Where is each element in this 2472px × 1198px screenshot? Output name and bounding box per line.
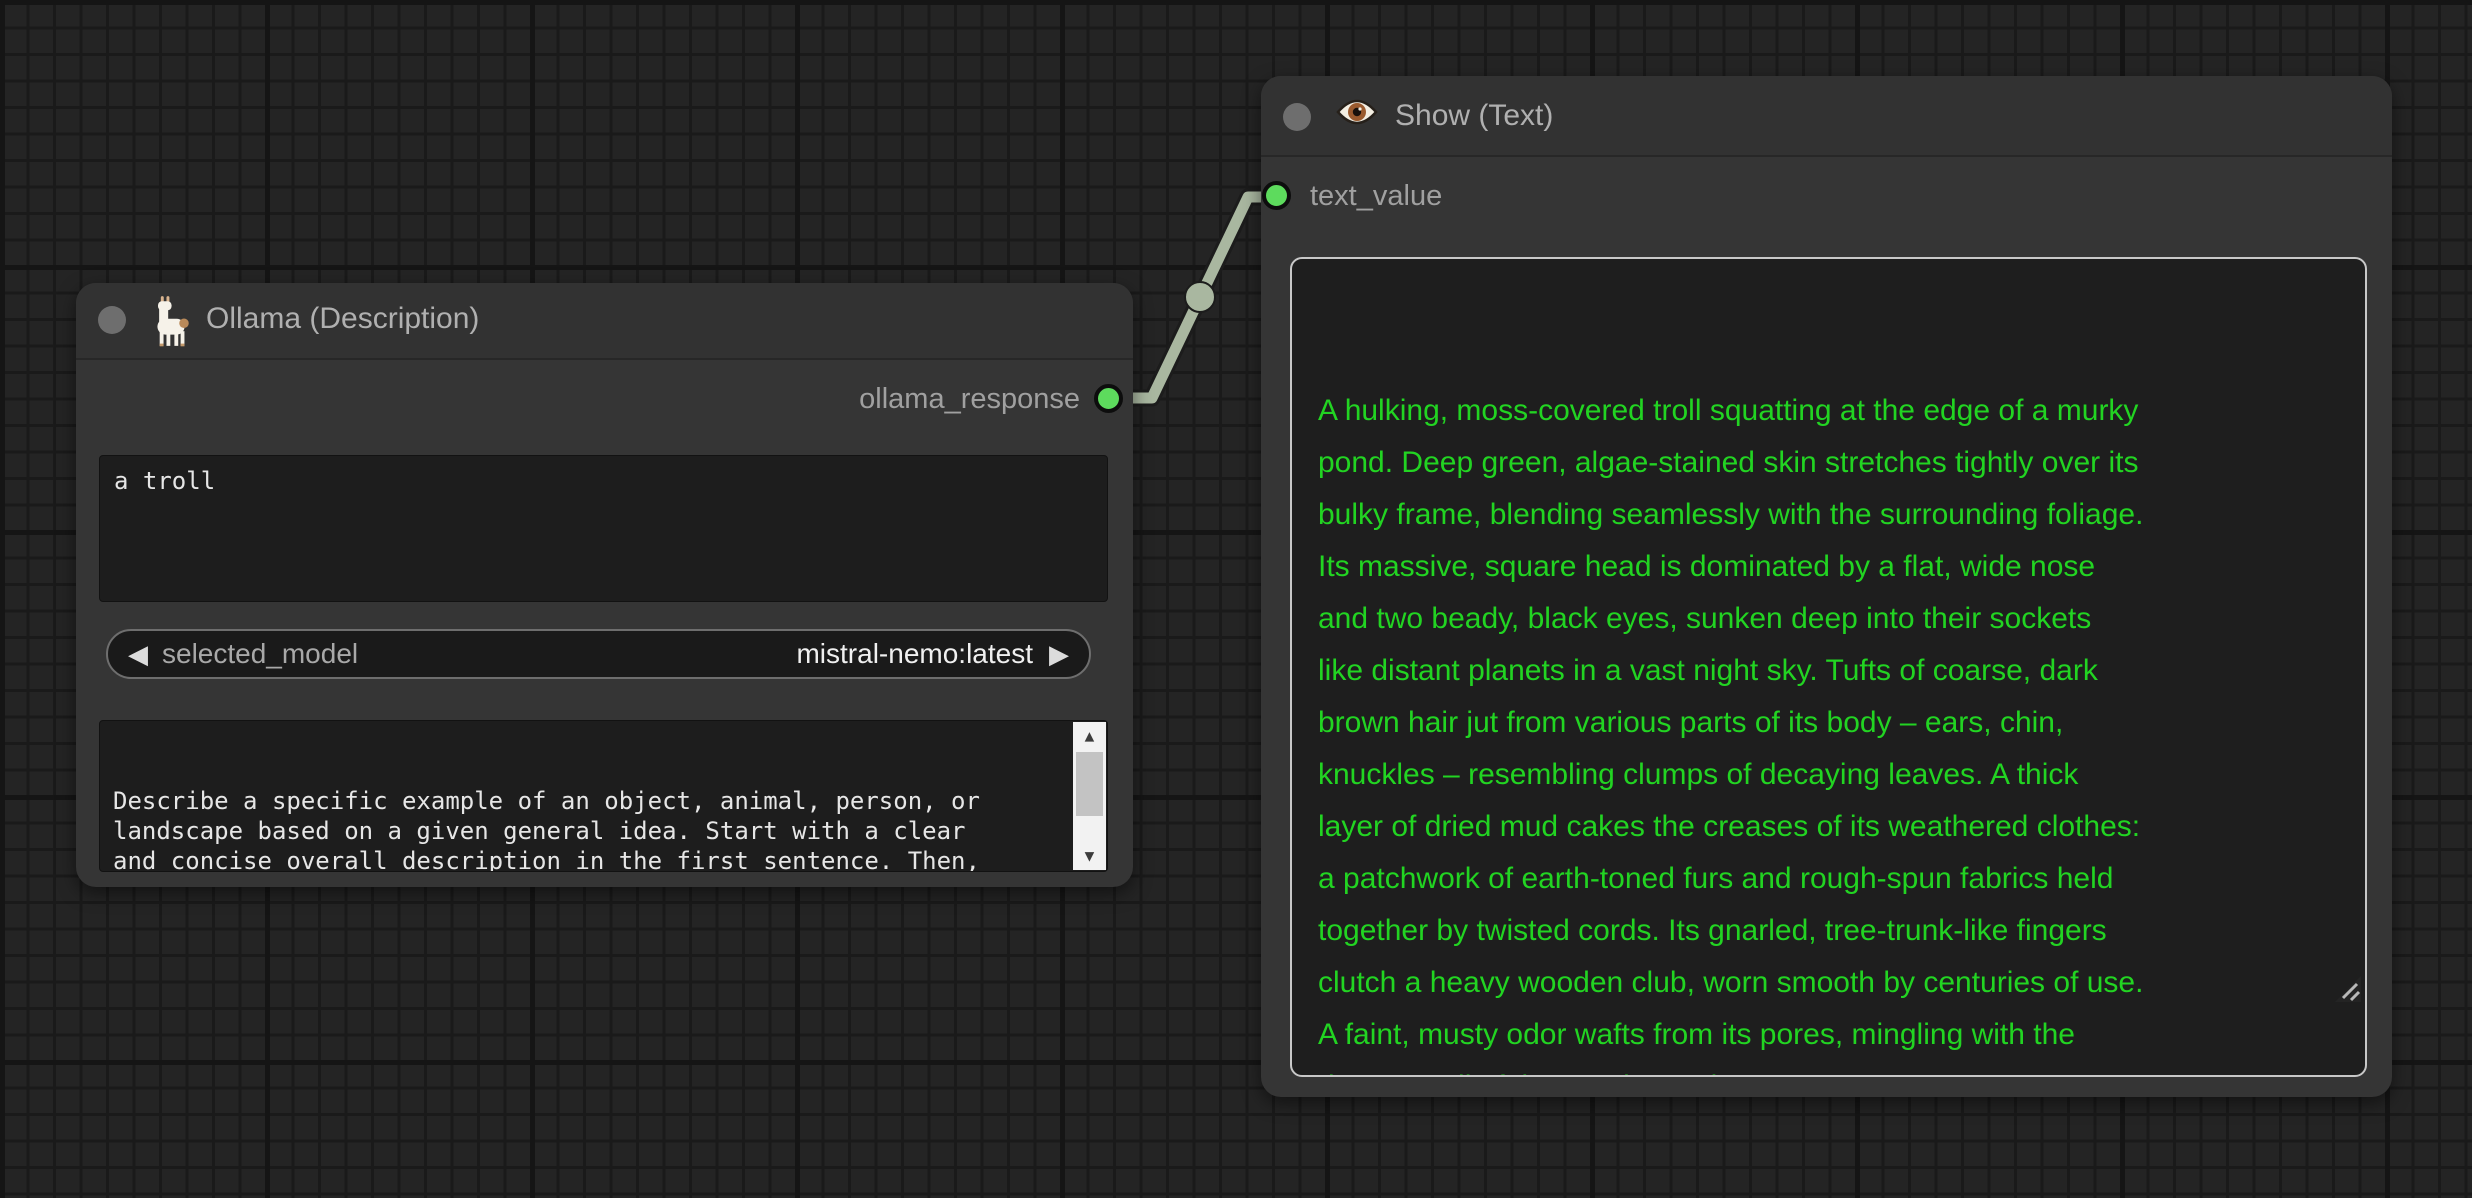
collapse-dot[interactable] xyxy=(98,306,126,334)
prev-model-arrow-icon[interactable]: ◀ xyxy=(128,641,148,667)
show-text-node-header[interactable]: Show (Text) xyxy=(1261,76,2392,157)
next-model-arrow-icon[interactable]: ▶ xyxy=(1049,641,1069,667)
input-slot-dot[interactable] xyxy=(1262,181,1291,210)
text-value-textarea[interactable]: A hulking, moss-covered troll squatting … xyxy=(1290,257,2367,1077)
combo-label: selected_model xyxy=(162,638,359,669)
combo-value: mistral-nemo:latest xyxy=(796,638,1033,669)
ollama-node[interactable]: Ollama (Description) ollama_response a t… xyxy=(76,283,1133,887)
scroll-down-button[interactable]: ▼ xyxy=(1073,842,1106,870)
ollama-node-header[interactable]: Ollama (Description) xyxy=(76,283,1133,360)
scroll-thumb[interactable] xyxy=(1076,752,1103,816)
node-title: Show (Text) xyxy=(1395,99,1554,132)
link-midpoint-dot xyxy=(1184,281,1216,313)
model-combo-widget[interactable]: ◀ selected_model mistral-nemo:latest ▶ xyxy=(106,629,1091,679)
input-slot-label: text_value xyxy=(1310,180,1443,212)
graph-canvas[interactable]: Ollama (Description) ollama_response a t… xyxy=(0,0,2472,1198)
llama-icon xyxy=(148,295,194,352)
output-slot-label: ollama_response xyxy=(859,383,1080,415)
prompt-textarea[interactable]: a troll xyxy=(99,455,1108,602)
scrollbar[interactable]: ▲ ▼ xyxy=(1073,722,1106,870)
eye-icon xyxy=(1335,96,1379,133)
scroll-up-button[interactable]: ▲ xyxy=(1073,722,1106,750)
show-text-node[interactable]: Show (Text) text_value A hulking, moss-c… xyxy=(1261,76,2392,1097)
output-slot-dot[interactable] xyxy=(1094,384,1123,413)
system-prompt-text: Describe a specific example of an object… xyxy=(113,787,980,872)
collapse-dot[interactable] xyxy=(1283,103,1311,131)
text-value-content: A hulking, moss-covered troll squatting … xyxy=(1318,394,2144,1075)
resize-grip-icon[interactable] xyxy=(2268,915,2361,1071)
node-title: Ollama (Description) xyxy=(206,302,480,335)
system-prompt-textarea[interactable]: Describe a specific example of an object… xyxy=(99,720,1108,872)
